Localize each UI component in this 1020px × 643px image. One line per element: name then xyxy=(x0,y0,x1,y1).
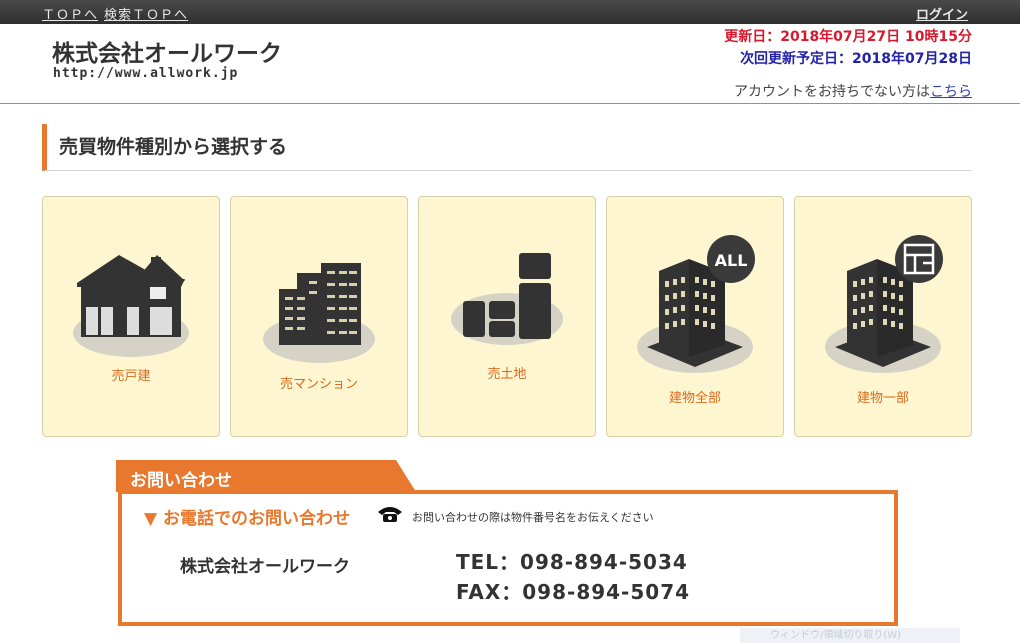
contact-box: ▼ お電話でのお問い合わせ お問い合わせの際は物件番号名をお伝えください 株式会… xyxy=(118,490,898,626)
company-name[interactable]: 株式会社オールワーク xyxy=(52,34,282,68)
top-bar: ＴＯＰへ 検索ＴＯＰへ ログイン xyxy=(0,0,1020,24)
section-heading: 売買物件種別から選択する xyxy=(42,124,972,171)
next-update-date: 次回更新予定日：2018年07月28日 xyxy=(740,51,972,67)
category-card-house[interactable]: 売戸建 xyxy=(42,196,220,437)
category-label: 建物全部 xyxy=(668,391,721,406)
contact-company-name: 株式会社オールワーク xyxy=(180,557,350,577)
register-link[interactable]: こちら xyxy=(930,84,972,100)
category-card-building-all[interactable]: ALL 建物全部 xyxy=(606,196,784,437)
window-capture-tooltip: ウィンドウ/領域切り取り(W) xyxy=(740,628,960,643)
category-label: 売マンション xyxy=(279,377,358,392)
category-label: 売土地 xyxy=(487,367,527,382)
contact-tab-label: お問い合わせ xyxy=(130,471,232,491)
category-card-building-part[interactable]: 建物一部 xyxy=(794,196,972,437)
category-label: 建物一部 xyxy=(856,391,909,406)
account-text: アカウントをお持ちでない方は xyxy=(734,84,930,100)
telephone-icon xyxy=(378,507,402,522)
login-link[interactable]: ログイン xyxy=(916,4,968,23)
company-url: http://www.allwork.jp xyxy=(53,66,239,81)
category-card-apartment[interactable]: 売マンション xyxy=(230,196,408,437)
search-top-link[interactable]: 検索ＴＯＰへ xyxy=(104,4,188,23)
category-card-land[interactable]: 売土地 xyxy=(418,196,596,437)
top-link[interactable]: ＴＯＰへ xyxy=(42,4,98,23)
contact-section: お問い合わせ ▼ お電話でのお問い合わせ お問い合わせの際は物件番号名をお伝えく… xyxy=(116,460,898,626)
section-title: 売買物件種別から選択する xyxy=(59,136,288,158)
fax-number: FAX：098-894-5074 xyxy=(456,580,691,604)
site-header: 株式会社オールワーク http://www.allwork.jp 更新日：201… xyxy=(0,24,1020,104)
house-icon xyxy=(73,255,189,357)
tel-number[interactable]: TEL：098-894-5034 xyxy=(456,546,688,575)
category-label: 売戸建 xyxy=(111,369,151,384)
all-badge-text: ALL xyxy=(715,251,748,270)
updated-date: 更新日：2018年07月27日 10時15分 xyxy=(724,29,972,45)
apartment-icon xyxy=(263,263,375,363)
account-prompt: アカウントをお持ちでない方はこちら xyxy=(734,81,972,101)
land-icon xyxy=(451,253,563,345)
inquiry-note: お問い合わせの際は物件番号名をお伝えください xyxy=(412,511,654,524)
phone-inquiry-heading: ▼ お電話でのお問い合わせ xyxy=(144,509,350,529)
